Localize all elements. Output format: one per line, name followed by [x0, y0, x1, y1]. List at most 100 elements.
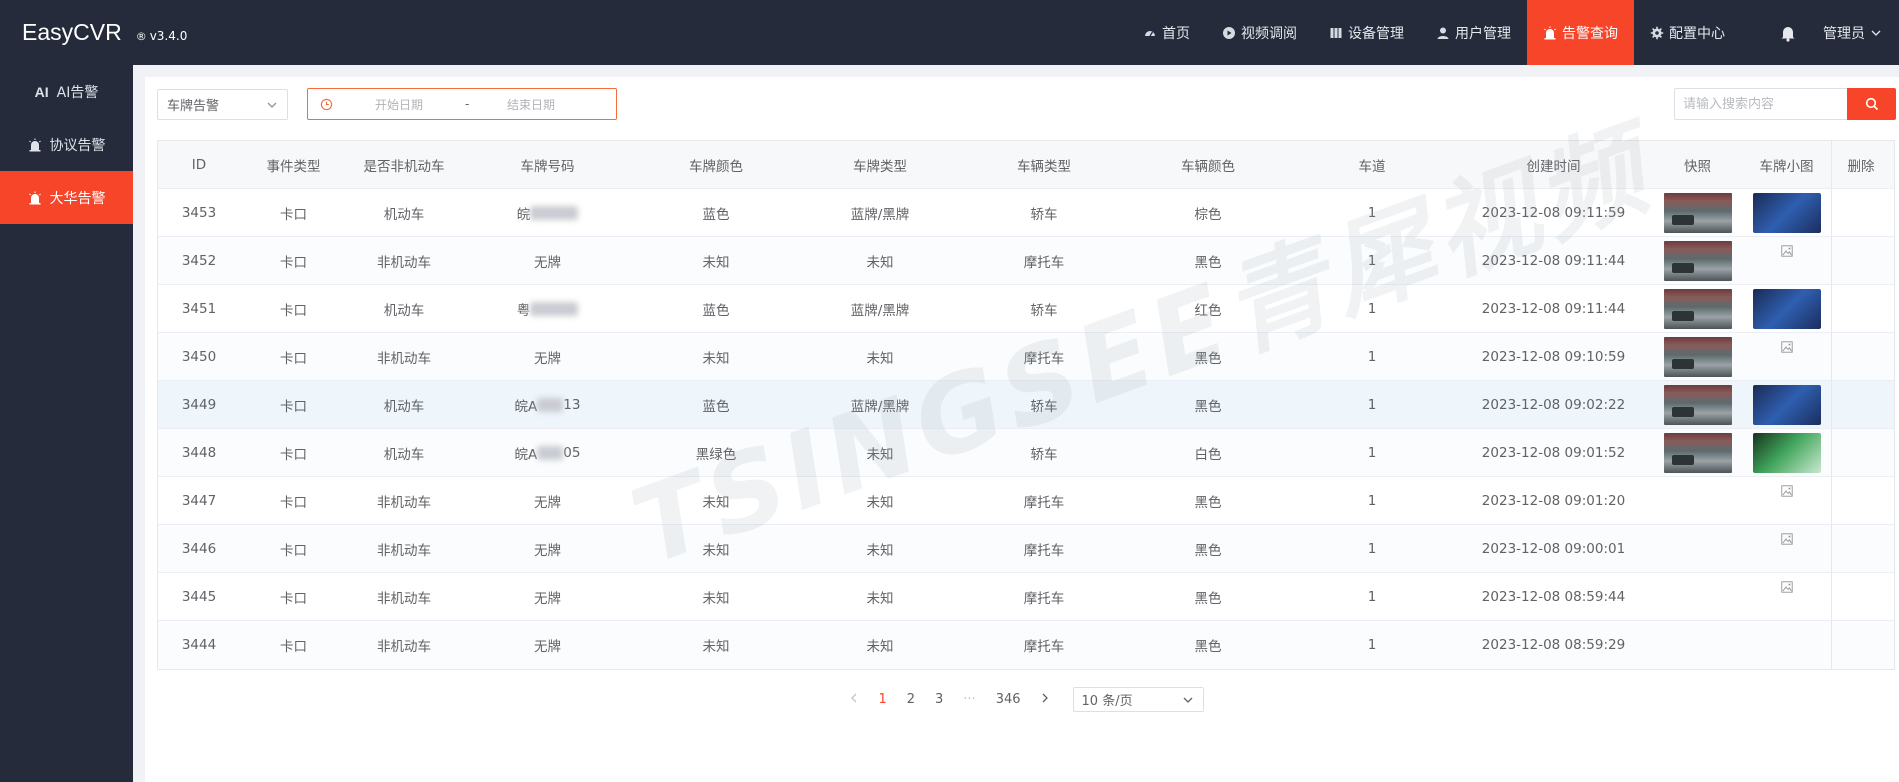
page-number[interactable]: 3 [935, 692, 943, 707]
table-cell: 未知 [702, 350, 730, 367]
table-row[interactable]: 3449 卡口 机动车 皖A 13 蓝色 蓝牌/黑牌 轿车 黑色 1 2023-12-08 09:0… [158, 381, 1894, 429]
user-name: 管理员 [1823, 25, 1865, 42]
chevron-down-icon [267, 102, 277, 108]
table-cell: 卡口 [280, 350, 307, 367]
table-cell: 未知 [702, 639, 730, 655]
app-brand: EasyCVR ® v3.4.0 [22, 19, 187, 46]
table-cell: 3453 [181, 204, 217, 221]
snapshot-cell [1653, 477, 1742, 524]
sidebar-item-0[interactable]: AI AI告警 [0, 65, 133, 118]
table-cell: 黑色 [1194, 590, 1222, 607]
snapshot-thumbnail[interactable] [1663, 384, 1732, 425]
plate-thumbnail[interactable] [1752, 432, 1821, 473]
pagination: 1 2 3 ··· 346 10 条/页 [145, 687, 1899, 712]
search-input[interactable] [1674, 88, 1847, 120]
table-cell: 卡口 [280, 639, 307, 655]
app-version: v3.4.0 [149, 29, 188, 43]
table-cell: 1 [1367, 348, 1377, 365]
table-cell: 蓝牌/黑牌 [850, 206, 910, 223]
delete-cell [1831, 189, 1890, 236]
table-cell: 机动车 [383, 302, 425, 319]
prev-page-button[interactable] [850, 692, 858, 707]
app-name: EasyCVR [22, 19, 122, 45]
end-date-input[interactable]: 结束日期 [507, 96, 577, 113]
table-cell: 3447 [181, 492, 217, 509]
next-page-button[interactable] [1041, 692, 1049, 707]
table-row[interactable]: 3447 卡口 非机动车 无牌 未知 未知 摩托车 黑色 1 2023-12-08 09:01:2… [158, 477, 1894, 525]
table-cell: 未知 [866, 590, 894, 607]
snapshot-thumbnail[interactable] [1663, 192, 1732, 233]
plate-prefix: 无牌 [534, 542, 561, 559]
sidebar-item-2[interactable]: 大华告警 [0, 171, 133, 224]
table-row[interactable]: 3450 卡口 非机动车 无牌 未知 未知 摩托车 黑色 1 2023-12-08 09:10:5… [158, 333, 1894, 381]
page-number[interactable]: 1 [878, 692, 886, 707]
page-size-select[interactable]: 10 条/页 [1072, 687, 1204, 712]
plate-prefix: 无牌 [534, 350, 561, 367]
snapshot-thumbnail[interactable] [1663, 288, 1732, 329]
table-cell: 2023-12-08 09:01:52 [1481, 444, 1626, 461]
plate-number-cell: 粤 [461, 285, 634, 332]
table-cell: 3452 [181, 252, 217, 269]
table-row[interactable]: 3445 卡口 非机动车 无牌 未知 未知 摩托车 黑色 1 2023-12-08 08:59:4… [158, 573, 1894, 621]
table-cell: 机动车 [383, 206, 425, 223]
table-cell: 2023-12-08 09:01:20 [1481, 492, 1626, 509]
nav-item-dashboard[interactable]: 首页 [1127, 0, 1206, 65]
image-placeholder-icon [1780, 484, 1793, 497]
table-cell: 未知 [866, 639, 894, 655]
table-row[interactable]: 3451 卡口 机动车 粤 蓝色 蓝牌/黑牌 轿车 红色 1 2023-12-08 09:11:4… [158, 285, 1894, 333]
table-row[interactable]: 3446 卡口 非机动车 无牌 未知 未知 摩托车 黑色 1 2023-12-08 09:00:0… [158, 525, 1894, 573]
plate-prefix: 无牌 [534, 254, 561, 271]
snapshot-thumbnail[interactable] [1663, 432, 1732, 473]
snapshot-cell [1653, 573, 1742, 620]
plate-image-cell [1742, 285, 1831, 332]
sidebar-item-1[interactable]: 协议告警 [0, 118, 133, 171]
alarm-type-select[interactable]: 车牌告警 [157, 89, 288, 120]
date-range-picker[interactable]: 开始日期 - 结束日期 [307, 88, 617, 120]
table-row[interactable]: 3444 卡口 非机动车 无牌 未知 未知 摩托车 黑色 1 2023-12-08 08:59:2… [158, 621, 1894, 669]
column-header: 快照 [1684, 158, 1711, 175]
alarm-type-value: 车牌告警 [167, 99, 220, 114]
table-row[interactable]: 3453 卡口 机动车 皖 蓝色 蓝牌/黑牌 轿车 棕色 1 2023-12-08 09:11:5… [158, 189, 1894, 237]
table-cell: 摩托车 [1023, 590, 1065, 607]
plate-thumbnail[interactable] [1752, 288, 1821, 329]
page-number[interactable]: 2 [907, 692, 915, 707]
table-cell: 2023-12-08 09:00:01 [1481, 540, 1626, 557]
table-cell: 黑色 [1194, 254, 1222, 271]
user-menu[interactable]: 管理员 [1817, 0, 1899, 65]
page-number[interactable]: 346 [996, 692, 1021, 707]
nav-item-device[interactable]: 设备管理 [1313, 0, 1420, 65]
nav-item-play-circle[interactable]: 视频调阅 [1206, 0, 1313, 65]
plate-thumbnail[interactable] [1752, 384, 1821, 425]
plate-number-cell: 无牌 [461, 237, 634, 284]
table-cell: 黑色 [1194, 350, 1222, 367]
table-cell: 机动车 [383, 446, 425, 463]
plate-number-cell: 皖 [461, 189, 634, 236]
snapshot-thumbnail[interactable] [1663, 240, 1732, 281]
notification-bell-button[interactable] [1759, 0, 1817, 65]
alarm-table: ID 事件类型 是否非机动车 车牌号码 车牌颜色 车牌类型 车辆类型 车辆颜色 车道 创建时间 快照… [157, 140, 1895, 670]
plate-image-cell [1742, 477, 1831, 524]
table-cell: 非机动车 [377, 494, 431, 511]
table-cell: 3450 [181, 348, 217, 365]
search-button[interactable] [1847, 88, 1896, 120]
nav-item-alarm[interactable]: 告警查询 [1527, 0, 1634, 65]
plate-thumbnail[interactable] [1752, 192, 1821, 233]
table-row[interactable]: 3452 卡口 非机动车 无牌 未知 未知 摩托车 黑色 1 2023-12-08 09:11:4… [158, 237, 1894, 285]
user-icon [1437, 27, 1449, 39]
table-body: 3453 卡口 机动车皖蓝色 蓝牌/黑牌 轿车 棕色 1 2023-12-08 09:11:5… [158, 189, 1894, 669]
table-row[interactable]: 3448 卡口 机动车 皖A 05 黑绿色 未知 轿车 白色 1 2023-12-08 09:01:… [158, 429, 1894, 477]
table-cell: 1 [1367, 444, 1377, 461]
plate-image-cell [1742, 189, 1831, 236]
plate-prefix: 粤 [516, 302, 531, 319]
start-date-input[interactable]: 开始日期 [375, 96, 445, 113]
table-cell: 3445 [181, 588, 217, 605]
delete-cell [1831, 621, 1890, 669]
nav-item-gear[interactable]: 配置中心 [1634, 0, 1741, 65]
snapshot-thumbnail[interactable] [1663, 336, 1732, 377]
table-header: ID 事件类型 是否非机动车 车牌号码 车牌颜色 车牌类型 车辆类型 车辆颜色 车道 创建时间 快照… [158, 141, 1894, 189]
table-cell: 未知 [866, 350, 894, 367]
nav-item-user[interactable]: 用户管理 [1420, 0, 1527, 65]
table-cell: 轿车 [1030, 302, 1058, 319]
table-cell: 卡口 [280, 446, 307, 463]
dashboard-icon [1145, 30, 1155, 36]
